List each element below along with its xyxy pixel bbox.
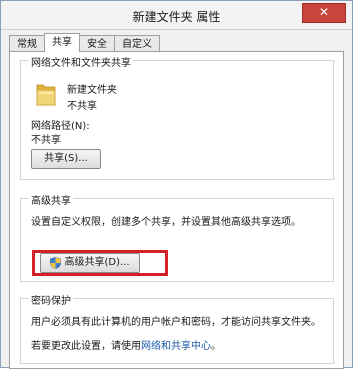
- advanced-share-group-title: 高级共享: [29, 192, 73, 207]
- network-path-label: 网络路径(N):: [31, 121, 90, 132]
- sharing-panel: 网络文件和文件夹共享 新建文件夹 不共享 网络路径(N): 不共享 共享(S).…: [9, 51, 344, 369]
- password-protection-group: 密码保护 用户必须具有此计算机的用户帐户和密码，才能访问共享文件夹。 若要更改此…: [20, 292, 334, 364]
- advanced-share-description: 设置自定义权限，创建多个共享，并设置其他高级共享选项。: [31, 217, 301, 228]
- advanced-share-button-label: 高级共享(D)...: [64, 257, 130, 268]
- password-change-prefix: 若要更改此设置，请使用: [31, 341, 141, 352]
- folder-share-status: 不共享: [67, 101, 97, 112]
- network-path-value: 不共享: [31, 135, 61, 146]
- password-change-suffix: 。: [211, 341, 221, 352]
- password-description: 用户必须具有此计算机的用户帐户和密码，才能访问共享文件夹。: [31, 317, 321, 328]
- tab-security[interactable]: 安全: [79, 35, 115, 52]
- tab-strip: 常规 共享 安全 自定义: [9, 33, 160, 52]
- folder-icon: [36, 84, 56, 106]
- network-sharing-center-link[interactable]: 网络和共享中心: [141, 341, 211, 352]
- share-button[interactable]: 共享(S)...: [31, 149, 101, 169]
- folder-name: 新建文件夹: [67, 85, 117, 96]
- password-protection-group-title: 密码保护: [29, 292, 73, 307]
- title-bar: 新建文件夹 属性 ✕: [1, 1, 352, 30]
- properties-window: 新建文件夹 属性 ✕ 常规 共享 安全 自定义 网络文件和文件夹共享 新建文件夹…: [0, 0, 353, 369]
- network-share-group-title: 网络文件和文件夹共享: [29, 54, 133, 69]
- network-share-group: 网络文件和文件夹共享 新建文件夹 不共享 网络路径(N): 不共享 共享(S).…: [20, 54, 334, 180]
- password-change-line: 若要更改此设置，请使用网络和共享中心。: [31, 337, 221, 352]
- advanced-share-button[interactable]: 高级共享(D)...: [40, 253, 140, 273]
- close-button[interactable]: ✕: [302, 3, 346, 23]
- tab-customize[interactable]: 自定义: [114, 35, 160, 52]
- tab-sharing[interactable]: 共享: [44, 33, 80, 52]
- window-title: 新建文件夹 属性: [132, 10, 221, 24]
- tab-general[interactable]: 常规: [9, 35, 45, 52]
- shield-icon: [50, 257, 62, 269]
